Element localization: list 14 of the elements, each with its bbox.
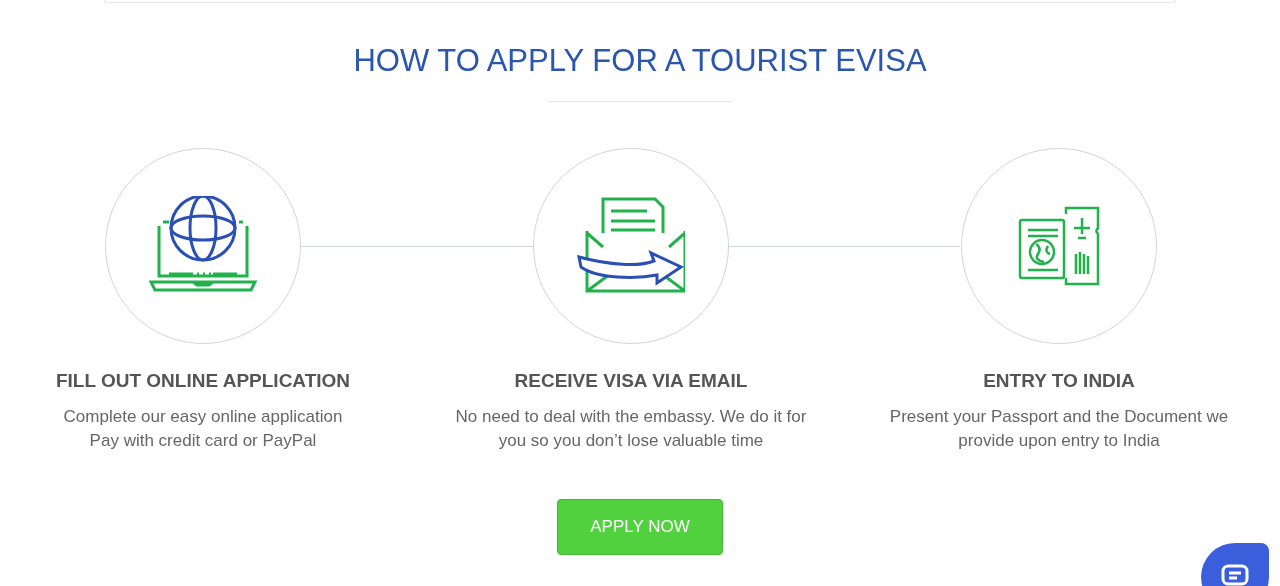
step-description: Complete our easy online application	[63, 406, 343, 428]
chat-icon	[1221, 564, 1249, 586]
step-description: Pay with credit card or PayPal	[89, 430, 317, 452]
section-heading: HOW TO APPLY FOR A TOURIST EVISA	[352, 43, 928, 79]
step-description: No need to deal with the embassy. We do it for	[455, 406, 807, 428]
step-description: provide upon entry to India	[958, 430, 1160, 452]
apply-now-button[interactable]: APPLY NOW	[557, 499, 723, 555]
step-title: FILL OUT ONLINE APPLICATION	[55, 369, 351, 393]
step-description: Present your Passport and the Document we	[889, 406, 1229, 428]
step-title: RECEIVE VISA VIA EMAIL	[514, 369, 748, 393]
step-description: you so you don’t lose valuable time	[498, 430, 764, 452]
passport-ticket-icon	[1018, 206, 1100, 286]
envelope-arrow-icon	[577, 197, 685, 295]
step-title: ENTRY TO INDIA	[983, 369, 1135, 393]
